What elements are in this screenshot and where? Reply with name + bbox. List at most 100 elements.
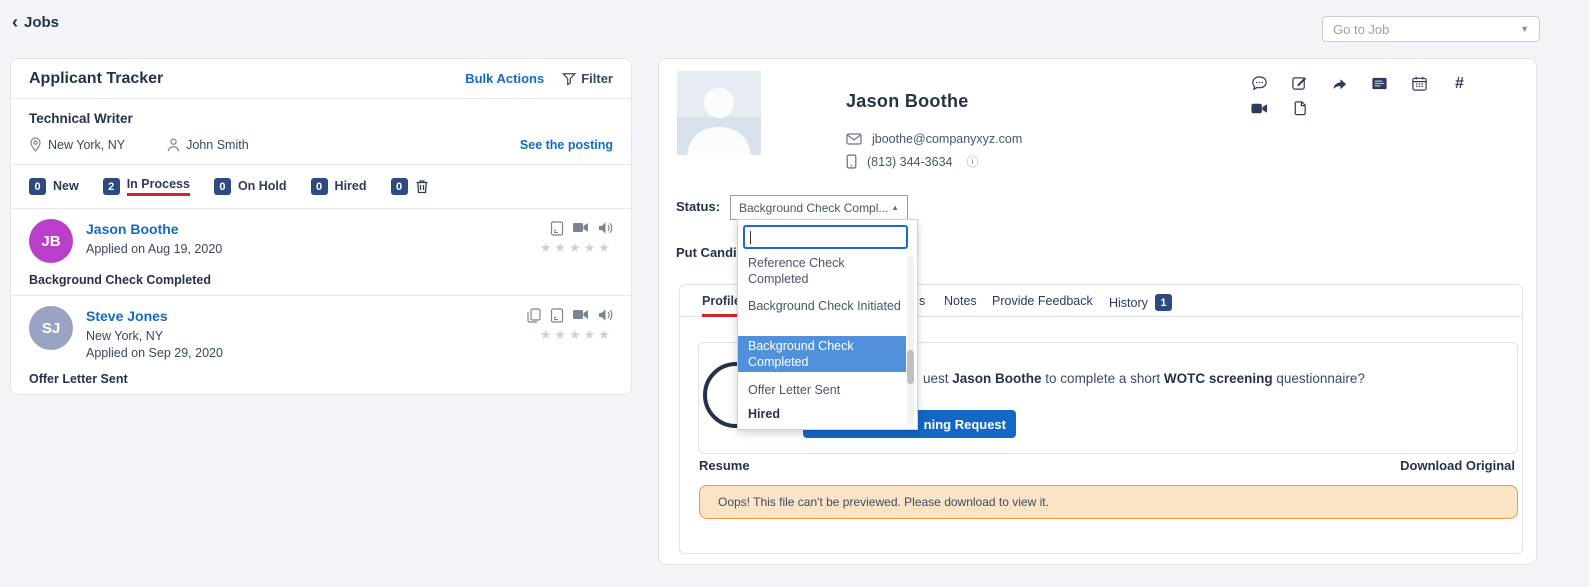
candidate-name: Jason Boothe <box>846 91 969 112</box>
candidate-email[interactable]: jboothe@companyxyz.com <box>872 132 1022 146</box>
job-location: New York, NY <box>29 137 125 152</box>
job-title: Technical Writer <box>29 111 613 126</box>
location-pin-icon <box>29 137 42 152</box>
bulk-actions-link[interactable]: Bulk Actions <box>465 71 544 86</box>
option-hired[interactable]: Hired <box>738 404 906 424</box>
tab-history[interactable]: History 1 <box>1109 294 1172 311</box>
job-owner-label: John Smith <box>186 138 249 152</box>
status-search-input[interactable] <box>743 225 908 249</box>
tracker-header: Applicant Tracker Bulk Actions Filter <box>11 59 631 99</box>
stage-hired-label: Hired <box>335 179 367 195</box>
chevron-left-icon: ‹ <box>12 15 18 30</box>
stage-filter-bar: 0 New 2 In Process 0 On Hold 0 Hired 0 <box>11 165 631 209</box>
put-candidate-label-partial: Put Candi <box>676 245 737 260</box>
applicant-location: New York, NY <box>86 328 223 345</box>
dropdown-scrollbar-track[interactable] <box>907 256 914 425</box>
stage-hired[interactable]: 0 Hired <box>311 178 367 195</box>
dropdown-scrollbar-thumb[interactable] <box>907 350 914 384</box>
stage-in-process-label: In Process <box>127 177 190 196</box>
rating-stars[interactable]: ★★★★★ <box>540 327 613 343</box>
option-offer-letter-sent[interactable]: Offer Letter Sent <box>738 380 906 400</box>
wotc-question-text: uest Jason Boothe to complete a short WO… <box>923 371 1365 386</box>
job-owner: John Smith <box>167 138 249 152</box>
status-select[interactable]: Background Check Compl... ▲ <box>730 195 908 220</box>
info-icon[interactable]: ⓘ <box>966 153 978 170</box>
stage-on-hold-count: 0 <box>214 178 231 195</box>
option-background-check-initiated[interactable]: Background Check Initiated <box>738 296 906 316</box>
cv-document-icon[interactable] <box>550 221 564 236</box>
resume-alert-text: Oops! This file can't be previewed. Plea… <box>718 495 1049 509</box>
applicant-name-link[interactable]: Steve Jones <box>86 308 223 324</box>
stage-archived[interactable]: 0 <box>391 178 429 195</box>
wotc-text-post: questionnaire? <box>1273 371 1365 386</box>
download-original-link[interactable]: Download Original <box>1400 458 1515 473</box>
applicant-applied-date: Applied on Sep 29, 2020 <box>86 345 223 362</box>
tab-history-label: History <box>1109 296 1148 310</box>
tab-hidden-partial[interactable]: s <box>919 294 925 308</box>
rating-stars[interactable]: ★★★★★ <box>540 240 613 256</box>
wotc-text-pre: uest <box>923 371 952 386</box>
go-to-job-placeholder: Go to Job <box>1333 22 1389 37</box>
wotc-screening-bold: WOTC screening <box>1164 371 1273 386</box>
stage-new[interactable]: 0 New <box>29 178 79 195</box>
resume-heading: Resume <box>699 458 750 473</box>
filter-button[interactable]: Filter <box>562 71 613 86</box>
avatar: JB <box>29 219 73 263</box>
candidate-email-row: jboothe@companyxyz.com <box>846 132 1022 146</box>
person-silhouette-icon <box>677 71 761 155</box>
status-dropdown-panel: Reference Check Completed Background Che… <box>737 219 918 430</box>
status-select-value: Background Check Compl... <box>739 201 888 215</box>
stage-new-label: New <box>53 179 79 195</box>
filter-label: Filter <box>581 71 613 86</box>
copy-icon[interactable] <box>527 308 541 323</box>
stage-hired-count: 0 <box>311 178 328 195</box>
video-icon[interactable] <box>573 221 589 234</box>
page-root: ‹ Jobs Go to Job ▼ Applicant Tracker Bul… <box>0 0 1589 587</box>
status-label: Status: <box>676 199 720 214</box>
applicant-row-jason[interactable]: JB Jason Boothe Applied on Aug 19, 2020 … <box>11 209 631 295</box>
video-call-icon[interactable] <box>1251 100 1268 117</box>
tab-profile[interactable]: Profile <box>702 294 741 308</box>
candidate-phone: (813) 344-3634 <box>867 155 952 169</box>
tab-notes[interactable]: Notes <box>944 294 977 308</box>
go-to-job-select[interactable]: Go to Job ▼ <box>1322 16 1540 42</box>
option-reference-check-completed[interactable]: Reference Check Completed <box>738 253 906 289</box>
calendar-icon[interactable] <box>1411 75 1428 92</box>
documents-icon[interactable] <box>1291 100 1308 117</box>
audio-icon[interactable] <box>598 308 613 322</box>
person-icon <box>167 138 180 152</box>
candidate-phone-row: (813) 344-3634 ⓘ <box>846 153 979 170</box>
stage-on-hold-label: On Hold <box>238 179 287 195</box>
chevron-down-icon: ▼ <box>1520 24 1529 34</box>
hashtag-icon[interactable]: # <box>1451 75 1468 92</box>
breadcrumb[interactable]: ‹ Jobs <box>12 14 59 31</box>
job-summary: Technical Writer New York, NY John Smith… <box>11 99 631 165</box>
breadcrumb-label: Jobs <box>24 14 59 31</box>
avatar: SJ <box>29 306 73 350</box>
audio-icon[interactable] <box>598 221 613 235</box>
applicant-status: Background Check Completed <box>29 273 613 287</box>
applicant-row-steve[interactable]: SJ Steve Jones New York, NY Applied on S… <box>11 295 631 394</box>
share-icon[interactable] <box>1331 75 1348 92</box>
stage-in-process-count: 2 <box>103 178 120 195</box>
chat-icon[interactable] <box>1251 75 1268 92</box>
cv-document-icon[interactable] <box>550 308 564 323</box>
tracker-title: Applicant Tracker <box>29 70 163 88</box>
edit-icon[interactable] <box>1291 75 1308 92</box>
stage-in-process[interactable]: 2 In Process <box>103 177 190 196</box>
video-icon[interactable] <box>573 308 589 321</box>
stage-new-count: 0 <box>29 178 46 195</box>
see-posting-link[interactable]: See the posting <box>520 138 613 152</box>
pipeline-list-icon[interactable] <box>1371 75 1388 92</box>
applicant-applied-date: Applied on Aug 19, 2020 <box>86 241 222 258</box>
applicant-tracker-card: Applicant Tracker Bulk Actions Filter Te… <box>10 58 632 395</box>
chevron-up-icon: ▲ <box>891 203 899 212</box>
stage-on-hold[interactable]: 0 On Hold <box>214 178 287 195</box>
tab-provide-feedback[interactable]: Provide Feedback <box>992 294 1093 308</box>
applicant-name-link[interactable]: Jason Boothe <box>86 221 222 237</box>
resume-preview-alert: Oops! This file can't be previewed. Plea… <box>699 485 1518 519</box>
option-background-check-completed[interactable]: Background Check Completed <box>738 336 906 372</box>
applicant-status: Offer Letter Sent <box>29 372 613 386</box>
stage-archived-count: 0 <box>391 178 408 195</box>
wotc-text-mid: to complete a short <box>1042 371 1164 386</box>
